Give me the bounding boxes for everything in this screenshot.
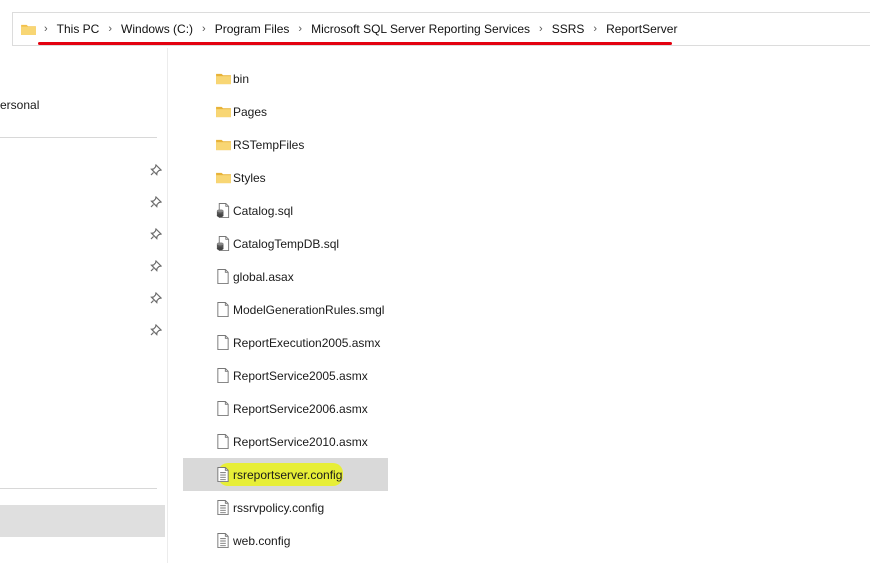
file-row[interactable]: Pages — [183, 95, 388, 128]
file-name: CatalogTempDB.sql — [233, 236, 340, 251]
nav-item-personal[interactable]: ersonal — [0, 98, 39, 112]
breadcrumb-item[interactable]: Program Files — [215, 22, 290, 36]
breadcrumb-item[interactable]: Microsoft SQL Server Reporting Services — [311, 22, 530, 36]
chevron-right-icon[interactable]: › — [593, 23, 597, 35]
chevron-right-icon[interactable]: › — [108, 23, 112, 35]
chevron-right-icon[interactable]: › — [44, 23, 48, 35]
pin-icon[interactable] — [150, 292, 162, 304]
file-name: ReportService2005.asmx — [233, 368, 368, 383]
pin-icon[interactable] — [150, 196, 162, 208]
file-row[interactable]: RSTempFiles — [183, 128, 388, 161]
file-name: Pages — [233, 104, 268, 119]
folder-icon — [21, 24, 36, 35]
red-annotation-underline — [38, 42, 672, 45]
file-row[interactable]: ReportService2006.asmx — [183, 392, 388, 425]
file-row[interactable]: ModelGenerationRules.smgl — [183, 293, 388, 326]
file-name: Catalog.sql — [233, 203, 294, 218]
file-name: ReportService2010.asmx — [233, 434, 368, 449]
pin-icon[interactable] — [150, 228, 162, 240]
pane-divider[interactable] — [167, 48, 168, 563]
file-name: rssrvpolicy.config — [233, 500, 325, 515]
breadcrumb-item[interactable]: SSRS — [552, 22, 585, 36]
file-row[interactable]: bin — [183, 62, 388, 95]
file-name: global.asax — [233, 269, 294, 284]
file-row[interactable]: Styles — [183, 161, 388, 194]
file-name: ModelGenerationRules.smgl — [233, 302, 385, 317]
breadcrumb: › This PC › Windows (C:) › Program Files › Micr… — [44, 22, 677, 36]
breadcrumb-item[interactable]: This PC — [57, 22, 100, 36]
file-row[interactable]: ReportService2010.asmx — [183, 425, 388, 458]
pin-icon[interactable] — [150, 324, 162, 336]
file-row[interactable]: rssrvpolicy.config — [183, 491, 388, 524]
chevron-right-icon[interactable]: › — [539, 23, 543, 35]
nav-separator — [0, 488, 157, 489]
address-bar[interactable]: › This PC › Windows (C:) › Program Files › Micr… — [12, 12, 870, 46]
file-name: bin — [233, 71, 250, 86]
nav-item-selected[interactable] — [0, 505, 165, 537]
file-name: rsreportserver.config — [233, 467, 343, 482]
file-name: ReportExecution2005.asmx — [233, 335, 381, 350]
file-name: web.config — [233, 533, 291, 548]
file-row[interactable]: web.config — [183, 524, 388, 557]
breadcrumb-item[interactable]: Windows (C:) — [121, 22, 193, 36]
pin-icon[interactable] — [150, 164, 162, 176]
file-row[interactable]: ReportExecution2005.asmx — [183, 326, 388, 359]
breadcrumb-item[interactable]: ReportServer — [606, 22, 677, 36]
pin-icon[interactable] — [150, 260, 162, 272]
file-row[interactable]: rsreportserver.config — [183, 458, 388, 491]
file-name: Styles — [233, 170, 266, 185]
file-name: RSTempFiles — [233, 137, 305, 152]
file-row[interactable]: ReportService2005.asmx — [183, 359, 388, 392]
file-row[interactable]: global.asax — [183, 260, 388, 293]
file-list: bin Pages RSTempFiles Styles Catalog.sql Cata… — [183, 62, 388, 557]
navigation-pane — [0, 46, 170, 563]
chevron-right-icon[interactable]: › — [298, 23, 302, 35]
chevron-right-icon[interactable]: › — [202, 23, 206, 35]
file-row[interactable]: CatalogTempDB.sql — [183, 227, 388, 260]
file-row[interactable]: Catalog.sql — [183, 194, 388, 227]
nav-separator — [0, 137, 157, 138]
file-name: ReportService2006.asmx — [233, 401, 368, 416]
